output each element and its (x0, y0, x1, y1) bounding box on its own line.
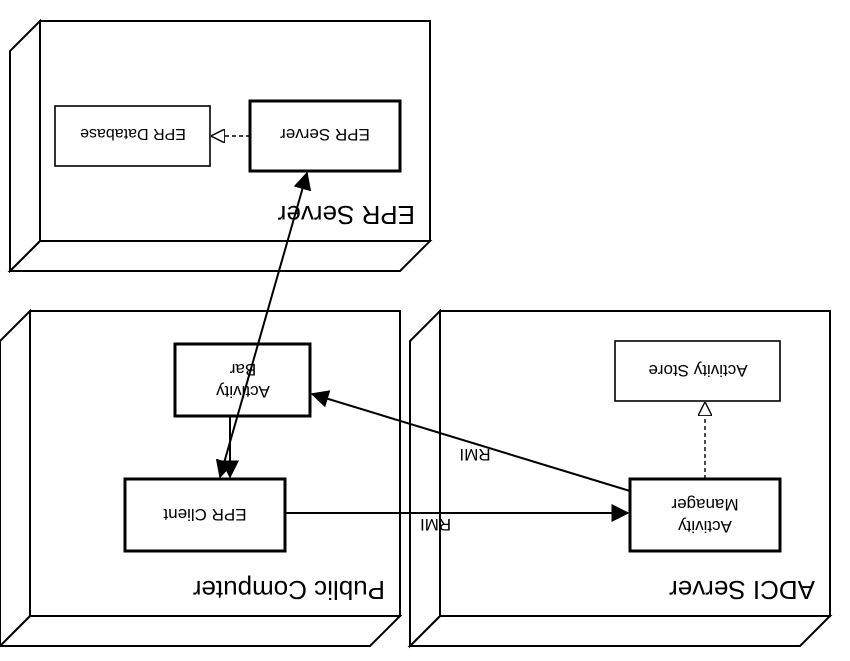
activity-manager-label-1: Activity (678, 517, 732, 536)
activity-manager-node: Activity Manager (630, 479, 780, 551)
epr-database-label: EPR Database (80, 125, 186, 142)
adci-server-box: ADCI Server Activity Manager Activity St… (410, 311, 830, 646)
activity-manager-label-2: Manager (671, 495, 738, 514)
activity-store-node: Activity Store (615, 341, 780, 401)
epr-server-group-box: EPR Server EPR Server EPR Database (10, 21, 430, 271)
adci-server-title: ADCI Server (669, 575, 815, 605)
epr-client-node: EPR Client (125, 479, 285, 551)
epr-server-node: EPR Server (250, 101, 400, 171)
epr-database-node: EPR Database (55, 106, 210, 166)
public-computer-box: Public Computer EPR Client Activity Bar (0, 311, 400, 646)
architecture-diagram: ADCI Server Activity Manager Activity St… (0, 0, 850, 661)
epr-server-label: EPR Server (280, 125, 370, 144)
activity-store-label: Activity Store (648, 361, 747, 380)
edge-client-to-mgr-label: RMI (420, 515, 451, 534)
public-computer-title: Public Computer (192, 575, 385, 605)
epr-client-label: EPR Client (163, 505, 246, 524)
activity-bar-node: Activity Bar (175, 344, 310, 416)
edge-mgr-to-bar-label: RMI (459, 445, 490, 464)
diagram-stage: ADCI Server Activity Manager Activity St… (0, 0, 850, 661)
